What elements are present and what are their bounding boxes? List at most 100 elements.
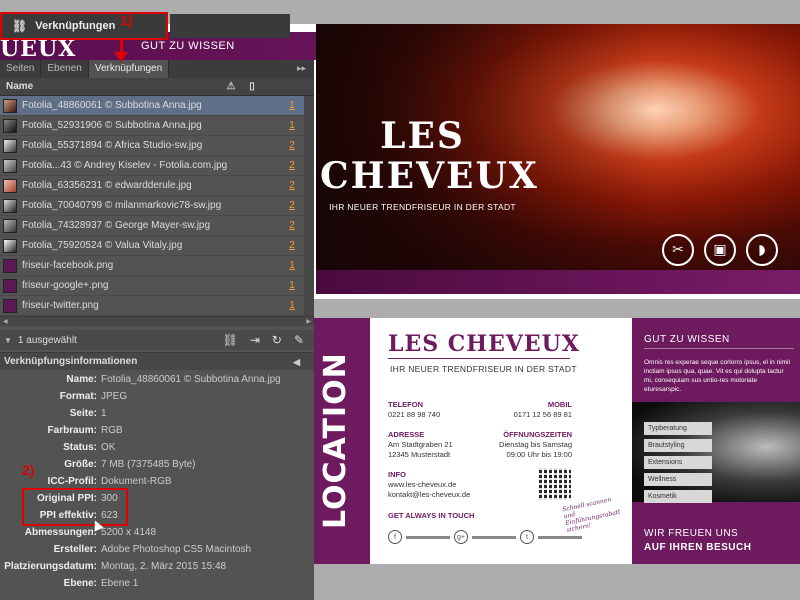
links-horizontal-scrollbar[interactable]: ◀ ▶	[0, 316, 314, 326]
link-icon: ⛓	[12, 19, 28, 33]
links-panel-title[interactable]: ⛓ Verknüpfungen	[0, 12, 168, 40]
relink-icon[interactable]: ⛓	[223, 333, 238, 347]
panel-menu-button[interactable]: ▸▸	[289, 60, 314, 78]
card-title-rule	[388, 358, 570, 359]
link-page[interactable]: 1	[280, 120, 304, 131]
zeiten-label: ÖFFNUNGSZEITEN	[503, 430, 572, 439]
info-key: Größe:	[64, 459, 97, 470]
link-page[interactable]: 2	[280, 140, 304, 151]
link-row[interactable]: friseur-facebook.png 1	[0, 256, 304, 276]
info-value: 1	[101, 408, 107, 419]
selection-bar: ▼ 1 ausgewählt ⛓ ⇥ ↻ ✎	[0, 330, 314, 350]
link-name: Fotolia_63356231 © edwardderule.jpg	[22, 180, 192, 191]
info-value: Ebene 1	[101, 578, 139, 589]
link-row[interactable]: Fotolia_70040799 © milanmarkovic78-sw.jp…	[0, 196, 304, 216]
link-row[interactable]: friseur-google+.png 1	[0, 276, 304, 296]
info-collapse-icon[interactable]: ◀	[293, 353, 300, 371]
services-list: Typberatung Brautstyling Extensions Well…	[644, 422, 712, 507]
social-bar	[538, 535, 582, 539]
hairdryer-icon: ◗	[746, 234, 778, 266]
link-row[interactable]: Fotolia_48860061 © Subbotina Anna.jpg 1	[0, 96, 304, 116]
link-row[interactable]: friseur-twitter.png 1	[0, 296, 304, 316]
link-info-header[interactable]: Verknüpfungsinformationen ◀	[0, 352, 314, 370]
link-page[interactable]: 2	[280, 240, 304, 251]
link-page[interactable]: 2	[280, 200, 304, 211]
panel-title-bar	[170, 14, 290, 38]
footer-line-1: WIR FREUEN UNS	[644, 528, 739, 539]
service-item: Typberatung	[644, 422, 712, 435]
info-value: JPEG	[101, 391, 128, 402]
links-vertical-scrollbar[interactable]	[304, 96, 314, 316]
collapse-triangle-icon[interactable]: ▼	[4, 336, 12, 345]
link-tools: ⛓ ⇥ ↻ ✎	[223, 333, 304, 347]
info-value: Montag, 2. März 2015 15:48	[101, 561, 227, 572]
column-name[interactable]: Name	[0, 81, 220, 92]
thumbnail-icon	[3, 218, 17, 233]
info-key: Seite:	[69, 408, 97, 419]
info-row: Ebene: Ebene 1	[0, 576, 314, 593]
thumbnail-icon	[3, 138, 17, 153]
info-value: RGB	[101, 425, 123, 436]
link-page[interactable]: 1	[280, 300, 304, 311]
links-panel-title-label: Verknüpfungen	[35, 20, 116, 32]
gut-zu-wissen-rule	[644, 348, 794, 349]
card-title: LES CHEVEUX	[388, 331, 580, 357]
salon-icon: ▣	[704, 234, 736, 266]
twitter-icon: t	[520, 530, 534, 544]
info-key: Ersteller:	[53, 544, 97, 555]
band-text: GUT ZU WISSEN	[141, 40, 235, 52]
link-name: Fotolia_52931906 © Subbotina Anna.jpg	[22, 120, 202, 131]
thumbnail-icon	[3, 178, 17, 193]
page-icon[interactable]: ▯	[242, 81, 262, 92]
link-name: Fotolia_55371894 © Africa Studio-sw.jpg	[22, 140, 203, 151]
info-key: Format:	[59, 391, 97, 402]
telefon-label: TELEFON	[388, 400, 423, 409]
mobil-label: MOBIL	[547, 400, 572, 409]
document-page-2: LES CHEVEUX IHR NEUER TRENDFRISEUR IN DE…	[314, 318, 800, 564]
link-page[interactable]: 1	[280, 260, 304, 271]
link-name: friseur-google+.png	[22, 280, 109, 291]
info-value: Adobe Photoshop CS5 Macintosh	[101, 544, 252, 555]
info-key: Abmessungen:	[24, 527, 97, 538]
scroll-left-icon[interactable]: ◀	[3, 318, 8, 325]
link-row[interactable]: Fotolia_52931906 © Subbotina Anna.jpg 1	[0, 116, 304, 136]
footer-line-2: AUF IHREN BESUCH	[644, 542, 752, 553]
link-row[interactable]: Fotolia...43 © Andrey Kiselev - Fotolia.…	[0, 156, 304, 176]
google-plus-icon: g+	[454, 530, 468, 544]
link-page[interactable]: 2	[280, 160, 304, 171]
tab-seiten[interactable]: Seiten	[0, 60, 42, 78]
warning-icon[interactable]: ⚠	[220, 81, 242, 92]
info-label: INFO	[388, 470, 406, 479]
social-row: f g+ t	[388, 530, 582, 544]
info-value: 7 MB (7375485 Byte)	[101, 459, 196, 470]
info-value: Dokument-RGB	[101, 476, 172, 487]
link-row[interactable]: Fotolia_63356231 © edwardderule.jpg 2	[0, 176, 304, 196]
links-list: Fotolia_48860061 © Subbotina Anna.jpg 1 …	[0, 96, 304, 316]
link-page[interactable]: 1	[280, 280, 304, 291]
hero-subtitle: IHR NEUER TRENDFRISEUR IN DER STADT	[329, 202, 516, 212]
link-page[interactable]: 2	[280, 180, 304, 191]
hero-title: LES CHEVEUX	[320, 116, 537, 196]
link-name: Fotolia_48860061 © Subbotina Anna.jpg	[22, 100, 202, 111]
update-link-icon[interactable]: ↻	[272, 333, 282, 347]
thumbnail-icon	[3, 238, 17, 253]
link-name: Fotolia_75920524 © Valua Vitaly.jpg	[22, 240, 183, 251]
location-text: LOCATION	[318, 352, 353, 529]
link-row[interactable]: Fotolia_74328937 © George Mayer-sw.jpg 2	[0, 216, 304, 236]
link-name: friseur-twitter.png	[22, 300, 99, 311]
link-name: Fotolia...43 © Andrey Kiselev - Fotolia.…	[22, 160, 228, 171]
tab-verknuepfungen[interactable]: Verknüpfungen	[88, 60, 170, 78]
link-page[interactable]: 2	[280, 220, 304, 231]
link-row[interactable]: Fotolia_75920524 © Valua Vitaly.jpg 2	[0, 236, 304, 256]
edit-original-icon[interactable]: ✎	[294, 333, 304, 347]
info-row: Farbraum: RGB	[0, 423, 314, 440]
link-page[interactable]: 1	[280, 100, 304, 111]
social-bar	[406, 535, 450, 539]
qr-code	[539, 468, 571, 500]
tab-ebenen[interactable]: Ebenen	[41, 60, 89, 78]
service-item: Brautstyling	[644, 439, 712, 452]
goto-link-icon[interactable]: ⇥	[250, 333, 260, 347]
scroll-right-icon[interactable]: ▶	[306, 318, 311, 325]
link-row[interactable]: Fotolia_55371894 © Africa Studio-sw.jpg …	[0, 136, 304, 156]
thumbnail-icon	[3, 298, 17, 313]
